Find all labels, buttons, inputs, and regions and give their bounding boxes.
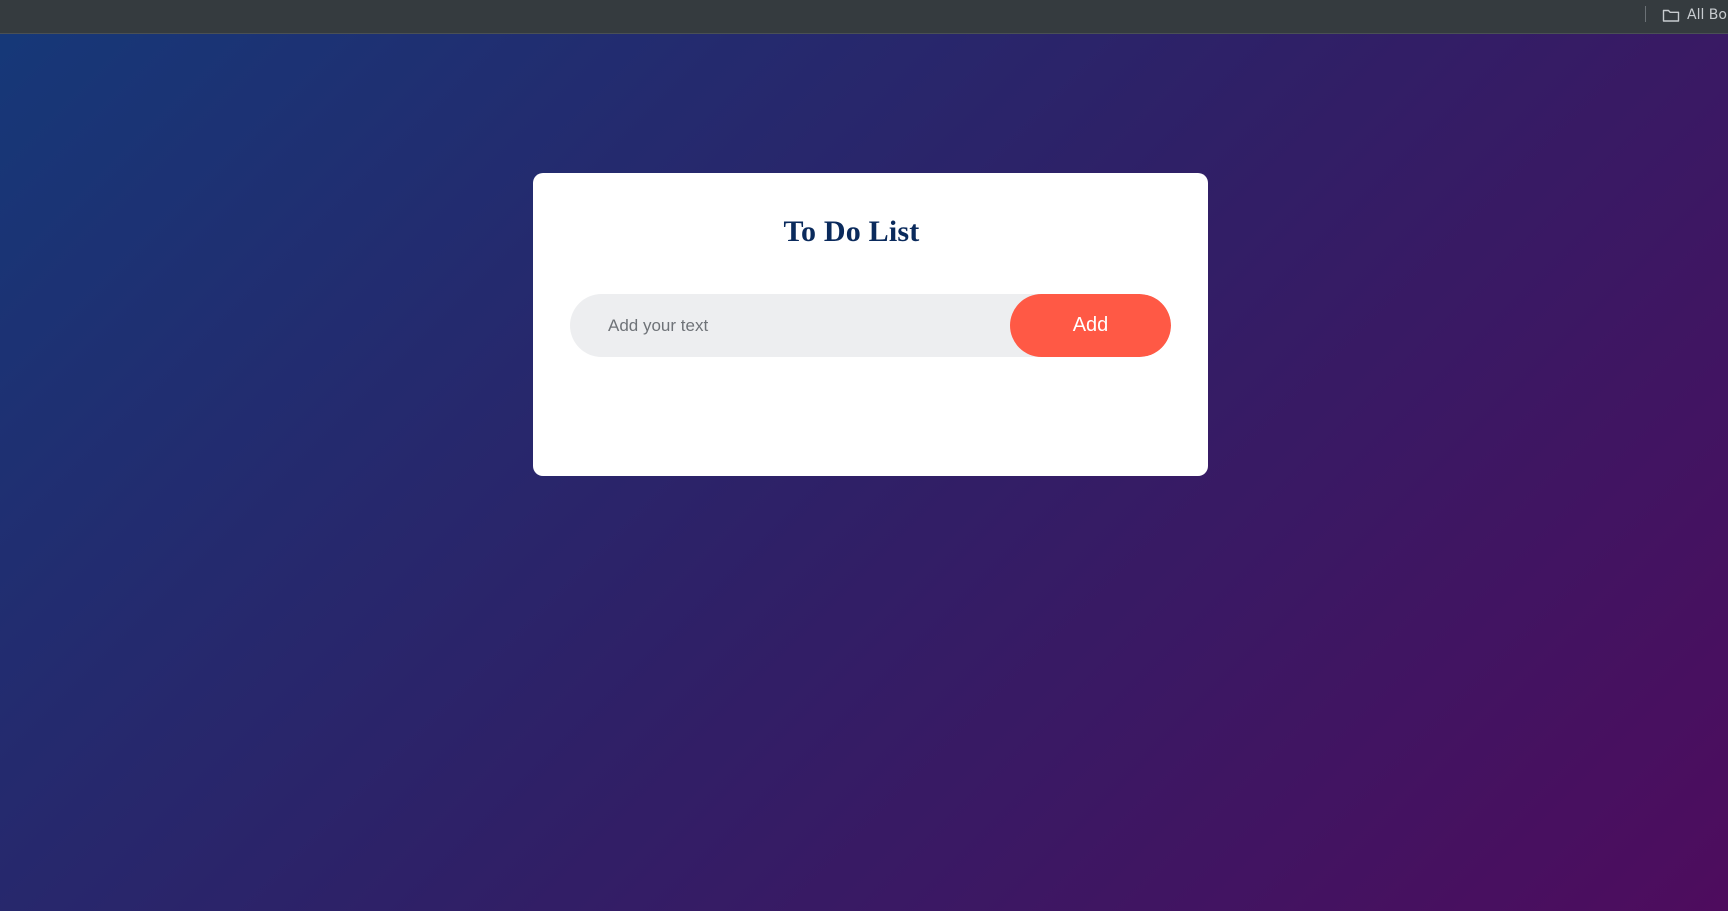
todo-text-input[interactable] bbox=[570, 294, 1010, 357]
page-background: To Do List Add bbox=[0, 34, 1728, 911]
folder-icon bbox=[1662, 7, 1680, 23]
bookmarks-bar: All Bo bbox=[0, 0, 1728, 34]
todo-input-row: Add bbox=[570, 294, 1171, 357]
add-button[interactable]: Add bbox=[1010, 294, 1171, 357]
bookmarks-divider bbox=[1645, 6, 1646, 22]
page-title: To Do List bbox=[783, 215, 920, 248]
todo-card: To Do List Add bbox=[533, 173, 1208, 476]
all-bookmarks-button[interactable]: All Bo bbox=[1662, 5, 1727, 25]
all-bookmarks-label: All Bo bbox=[1687, 7, 1727, 23]
